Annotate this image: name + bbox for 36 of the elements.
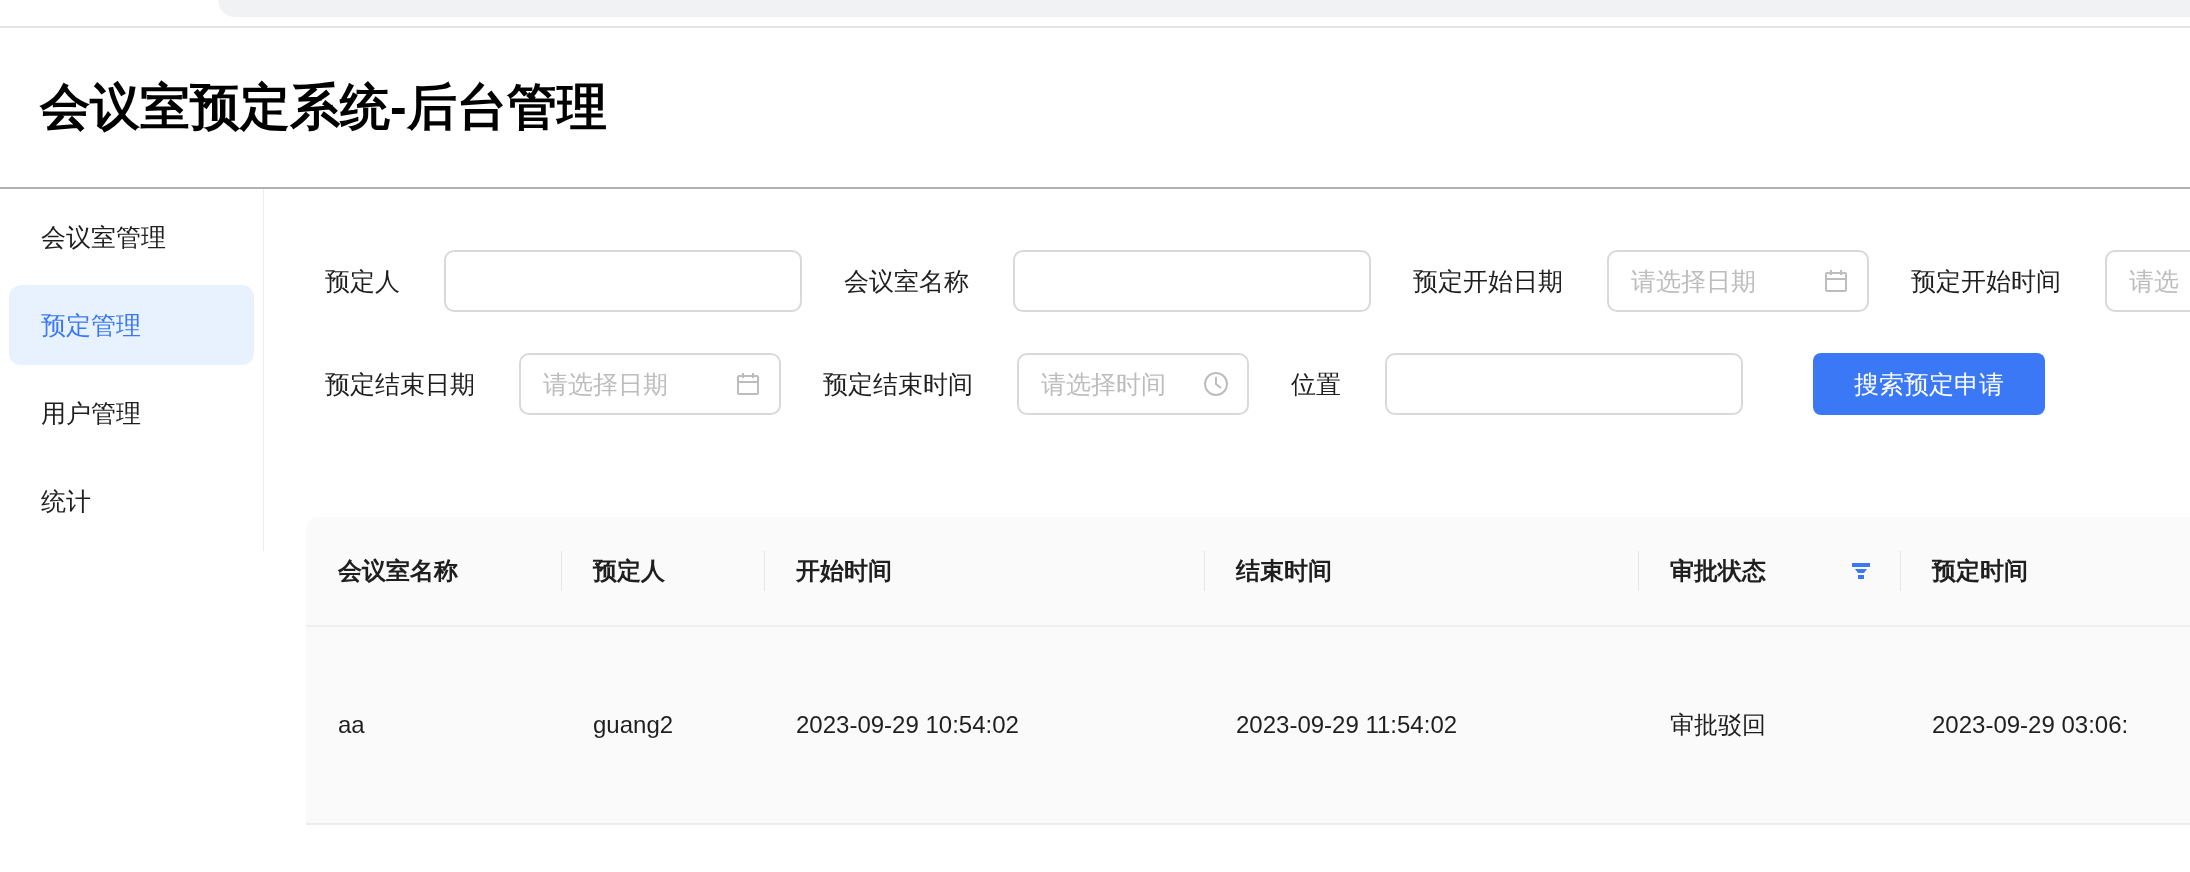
- input-field[interactable]: [1013, 250, 1371, 312]
- field-label: 位置: [1291, 368, 1341, 400]
- sidebar-item[interactable]: 用户管理: [9, 373, 254, 453]
- table-cell: guang2: [593, 711, 674, 739]
- field-label: 预定开始时间: [1911, 265, 2061, 297]
- field-label: 预定结束日期: [325, 368, 475, 400]
- field-label: 预定开始日期: [1413, 265, 1563, 297]
- time-picker[interactable]: 请选择时间: [1017, 353, 1249, 415]
- table-cell: 2023-09-29 10:54:02: [796, 711, 1019, 739]
- page-title: 会议室预定系统-后台管理: [40, 78, 607, 137]
- field-label: 预定人: [325, 265, 400, 297]
- search-button[interactable]: 搜索预定申请: [1813, 353, 2045, 415]
- calendar-icon: [735, 371, 761, 397]
- column-header: 预定人: [591, 556, 665, 586]
- column-header: 审批状态: [1669, 556, 1766, 586]
- table-cell: 2023-09-29 03:06:: [1932, 711, 2129, 739]
- date-picker[interactable]: 请选择日期: [1607, 250, 1869, 312]
- filter-icon[interactable]: [1852, 563, 1870, 579]
- column-header: 结束时间: [1234, 556, 1332, 586]
- field-label: 预定结束时间: [823, 368, 973, 400]
- input-field[interactable]: 请选: [2105, 250, 2190, 312]
- table-cell-text: 审批驳回: [1670, 710, 1766, 740]
- field-label: 会议室名称: [844, 265, 969, 297]
- sidebar-item[interactable]: 预定管理: [9, 285, 254, 365]
- input-field[interactable]: [444, 250, 802, 312]
- sidebar-item[interactable]: 统计: [9, 461, 254, 541]
- table-cell: 2023-09-29 11:54:02: [1236, 711, 1458, 739]
- input-field[interactable]: [1385, 353, 1743, 415]
- date-picker[interactable]: 请选择日期: [519, 353, 781, 415]
- clock-icon: [1203, 371, 1229, 397]
- column-header: 会议室名称: [337, 556, 458, 586]
- calendar-icon: [1823, 268, 1849, 294]
- table-cell: aa: [338, 711, 365, 739]
- column-header: 预定时间: [1930, 556, 2028, 586]
- column-header: 开始时间: [795, 556, 892, 586]
- sidebar-item[interactable]: 会议室管理: [9, 197, 254, 277]
